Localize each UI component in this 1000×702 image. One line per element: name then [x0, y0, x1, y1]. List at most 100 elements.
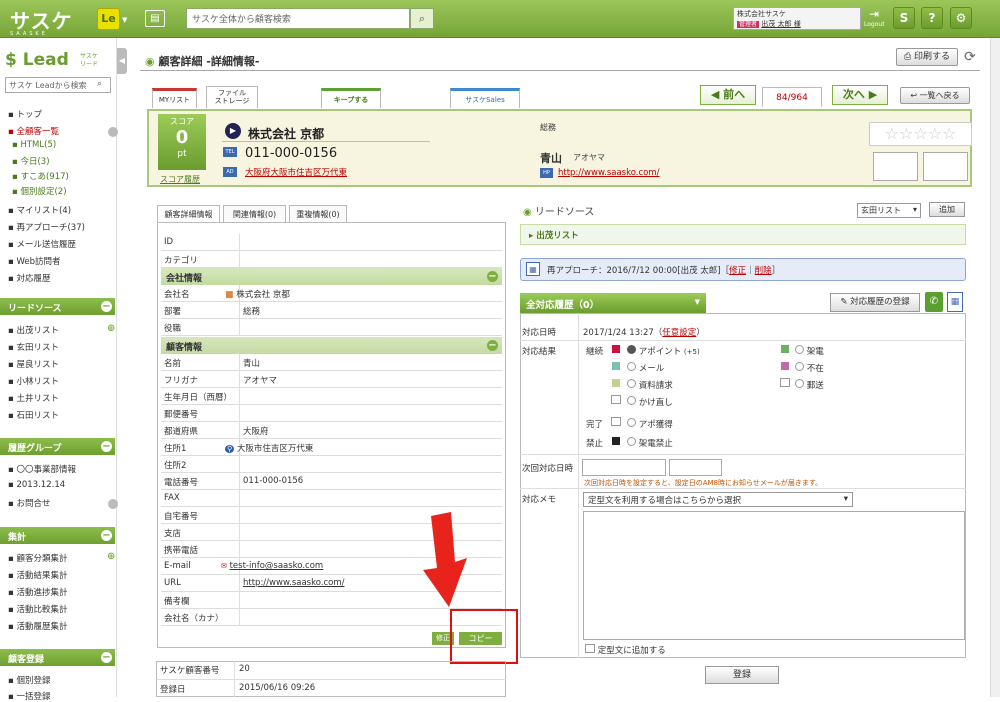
template-select[interactable]: 定型文を利用する場合はこちらから選択 ▾	[583, 492, 853, 507]
option-apo-get[interactable]: アポ獲得	[627, 418, 673, 430]
email-link[interactable]: test-info@saasko.com	[230, 561, 324, 571]
reapproach-edit-link[interactable]: 修正	[729, 266, 746, 276]
print-button[interactable]: ⎙ 印刷する	[896, 48, 958, 66]
sidebar-section-register[interactable]: 顧客登録 −	[0, 649, 115, 666]
sidebar-item-stats[interactable]: ▪ 活動結果集計	[8, 569, 67, 581]
search-icon[interactable]: ⌕	[410, 8, 434, 29]
sidebar-section-history-group[interactable]: 履歴グループ −	[0, 438, 115, 455]
phone-number[interactable]: 011-000-0156	[245, 146, 337, 161]
gear-icon[interactable]: ⚙	[950, 7, 972, 29]
plus-icon[interactable]: ⊕	[107, 551, 115, 562]
next-time-input[interactable]	[669, 459, 722, 476]
history-filter-tab[interactable]: 全対応履歴（0） ▼	[520, 293, 706, 313]
sidebar-item-leadsource[interactable]: ▪ 屋良リスト	[8, 358, 59, 370]
tab-keep[interactable]: キープする	[321, 88, 381, 108]
minus-icon[interactable]: −	[487, 340, 498, 351]
collapse-icon[interactable]	[108, 127, 118, 137]
sidebar-item-register[interactable]: ▪ 一括登録	[8, 690, 50, 702]
url-link[interactable]: http://www.saasko.com/	[243, 578, 344, 588]
next-button[interactable]: 次へ ▶	[832, 85, 888, 105]
sidebar-item-stats[interactable]: ▪ 活動履歴集計	[8, 620, 67, 632]
sidebar-item-mail-history[interactable]: ▪ メール送信履歴	[8, 238, 76, 250]
help-button[interactable]: ?	[921, 7, 943, 29]
google-icon[interactable]: ■	[225, 290, 234, 300]
app-logo[interactable]: サスケ SAASKE	[10, 5, 73, 37]
minus-icon[interactable]: −	[101, 301, 112, 312]
sidebar-item-today[interactable]: ▪ 今日(3)	[12, 155, 50, 167]
sidebar-item-leadsource[interactable]: ▪ 石田リスト	[8, 409, 59, 421]
address-link[interactable]: 大阪府大阪市住吉区万代東	[245, 166, 347, 178]
option-call-ban[interactable]: 架電禁止	[627, 437, 673, 449]
sidebar-item-leadsource[interactable]: ▪ 土井リスト	[8, 392, 59, 404]
tab-file-storage[interactable]: ファイル ストレージ	[206, 86, 258, 108]
map-pin-icon[interactable]: ⚲	[225, 445, 235, 453]
star-rating[interactable]: ☆☆☆☆☆	[869, 122, 972, 146]
sidebar-collapse-button[interactable]: ◀	[117, 48, 127, 74]
minus-icon[interactable]: −	[487, 271, 498, 282]
global-search-input[interactable]: サスケ全体から顧客検索	[186, 8, 410, 29]
minus-icon[interactable]: −	[101, 441, 112, 452]
sidebar-item-reapproach[interactable]: ▪ 再アプローチ(37)	[8, 221, 85, 233]
lead-source-item[interactable]: ▸ 出茂リスト	[520, 224, 966, 245]
next-date-input[interactable]	[582, 459, 666, 476]
phone-icon[interactable]: ✆	[925, 292, 943, 312]
sidebar-item-stats[interactable]: ▪ 活動比較集計	[8, 603, 67, 615]
scrollbar[interactable]	[990, 38, 1000, 697]
back-to-list-button[interactable]: ↩ 一覧へ戻る	[900, 87, 970, 104]
sidebar-item-leadsource[interactable]: ▪ 出茂リスト	[8, 324, 59, 336]
option-docs[interactable]: 資料請求	[627, 379, 673, 391]
sidebar-item-top[interactable]: ▪ トップ	[8, 108, 42, 120]
section-customer-info[interactable]: 顧客情報 −	[161, 337, 502, 354]
plus-icon[interactable]: ⊕	[107, 323, 115, 334]
option-mail[interactable]: メール	[627, 362, 664, 374]
sidebar-section-stats[interactable]: 集計 −	[0, 527, 115, 544]
business-card-icon[interactable]: ▤	[145, 10, 165, 27]
submit-button[interactable]: 登録	[705, 666, 779, 684]
option-away[interactable]: 不在	[795, 362, 824, 374]
sidebar-item-score[interactable]: ▪ すこあ(917)	[12, 170, 69, 182]
tab-customer-detail[interactable]: 顧客詳細情報	[157, 205, 220, 223]
prev-button[interactable]: ◀ 前へ	[700, 85, 756, 105]
le-app-button[interactable]: Le	[97, 8, 120, 30]
checkbox[interactable]	[611, 417, 621, 426]
sidebar-section-leadsource[interactable]: リードソース −	[0, 298, 115, 315]
search-icon[interactable]: ⌕	[97, 79, 102, 89]
option-absent-call[interactable]: 架電	[795, 345, 824, 357]
sidebar-item-stats[interactable]: ▪ 活動進捗集計	[8, 586, 67, 598]
mail-icon[interactable]: ✉	[221, 562, 227, 570]
sidebar-item-response-history[interactable]: ▪ 対応履歴	[8, 272, 50, 284]
sidebar-item-stats[interactable]: ▪ 顧客分類集計	[8, 552, 67, 564]
play-icon[interactable]: ▶	[225, 123, 241, 139]
memo-textarea[interactable]	[583, 511, 965, 640]
sidebar-item-mylist[interactable]: ▪ マイリスト(4)	[8, 204, 71, 216]
sidebar-item-custom[interactable]: ▪ 個別設定(2)	[12, 185, 67, 197]
tab-related[interactable]: 関連情報(0)	[223, 205, 286, 223]
tab-mylist[interactable]: MYリスト	[152, 88, 197, 108]
saaske-home-button[interactable]: S	[893, 7, 915, 29]
sidebar-item-leadsource[interactable]: ▪ 小林リスト	[8, 375, 59, 387]
sidebar-item-leadsource[interactable]: ▪ 玄田リスト	[8, 341, 59, 353]
minus-icon[interactable]: −	[101, 652, 112, 663]
calendar-icon[interactable]: ▦	[947, 292, 963, 312]
reapproach-delete-link[interactable]: 削除	[755, 266, 772, 276]
checkbox[interactable]	[611, 395, 621, 404]
section-company-info[interactable]: 会社情報 −	[161, 268, 502, 285]
lead-logo[interactable]: $ Lead	[5, 50, 69, 70]
tab-saaske-sales[interactable]: サスケSales	[450, 88, 520, 108]
lead-source-select[interactable]: 玄田リスト ▾	[857, 203, 921, 218]
add-lead-source-button[interactable]: 追加	[929, 202, 965, 217]
logout-button[interactable]: ⇥ Logout	[864, 7, 885, 31]
option-appoint[interactable]: アポイント (+5)	[627, 345, 700, 357]
sidebar-item-all-customers[interactable]: ▪ 全顧客一覧	[8, 125, 59, 137]
score-history-link[interactable]: スコア履歴	[160, 174, 200, 185]
tab-duplicate[interactable]: 重複情報(0)	[289, 205, 347, 223]
option-post[interactable]: 郵送	[795, 379, 824, 391]
sidebar-item-history-group[interactable]: ▪ お問合せ	[8, 497, 50, 509]
sidebar-item-html[interactable]: ▪ HTML(5)	[12, 140, 56, 150]
sidebar-item-history-group[interactable]: ▪ 2013.12.14	[8, 480, 65, 490]
refresh-icon[interactable]: ⟳	[964, 49, 976, 65]
homepage-link[interactable]: http://www.saasko.com/	[558, 168, 659, 178]
collapse-icon[interactable]	[108, 499, 118, 509]
arbitrary-setting-link[interactable]: 任意設定	[662, 328, 696, 338]
register-history-button[interactable]: ✎ 対応履歴の登録	[830, 293, 920, 312]
